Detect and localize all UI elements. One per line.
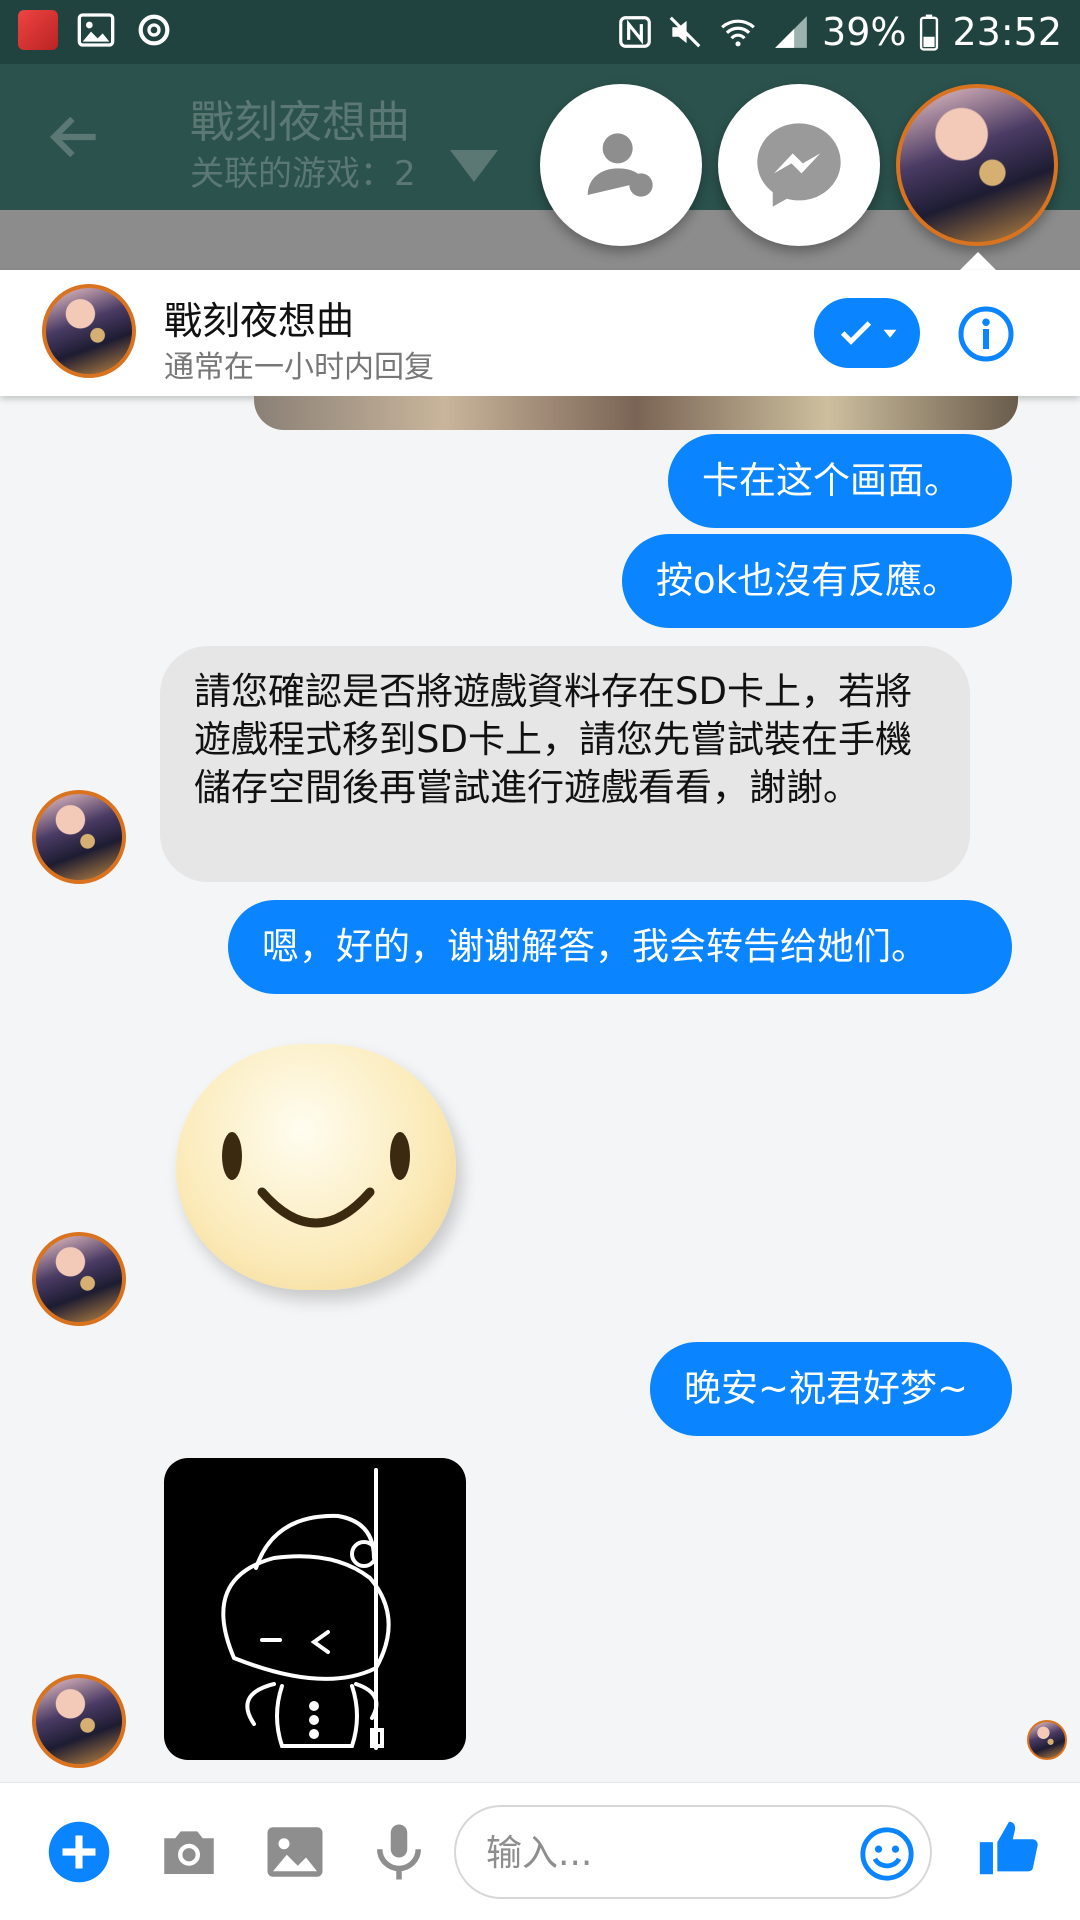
status-bar: 39% 23:52: [0, 0, 1080, 64]
message-bubble-sent[interactable]: 卡在这个画面。: [668, 434, 1012, 528]
signal-icon: [775, 16, 807, 48]
gallery-icon[interactable]: [262, 1819, 328, 1885]
mute-icon: [669, 16, 701, 48]
chat-head-active-avatar[interactable]: [896, 84, 1058, 246]
netease-music-icon: [138, 14, 170, 46]
peer-avatar[interactable]: [32, 1674, 126, 1768]
contact-avatar[interactable]: [42, 284, 136, 378]
wifi-icon: [721, 19, 755, 47]
game-app-notification-icon: [18, 10, 58, 50]
mark-done-button[interactable]: [814, 298, 920, 368]
messenger-icon: [757, 123, 841, 207]
check-icon: [840, 321, 872, 345]
bun-character-icon: [221, 1468, 391, 1750]
read-receipt-avatar: [1027, 1720, 1067, 1760]
message-bubble-sent[interactable]: 晚安~祝君好梦~: [650, 1342, 1012, 1436]
chat-head-pointer: [960, 252, 996, 270]
chat-head-messenger[interactable]: [718, 84, 880, 246]
peer-avatar[interactable]: [32, 1232, 126, 1326]
message-bubble-sent[interactable]: 按ok也沒有反應。: [622, 534, 1012, 628]
peer-avatar[interactable]: [32, 790, 126, 884]
clock: 23:52: [952, 10, 1062, 54]
add-icon[interactable]: [46, 1819, 112, 1885]
person-icon: [587, 133, 653, 197]
message-input[interactable]: [486, 1827, 836, 1879]
emoji-icon[interactable]: [858, 1825, 916, 1883]
message-bubble-sent[interactable]: 嗯，好的，谢谢解答，我会转告给她们。: [228, 900, 1012, 994]
microphone-icon[interactable]: [366, 1819, 432, 1885]
dropdown-caret-icon[interactable]: [450, 150, 498, 182]
chat-head-contacts[interactable]: [540, 84, 702, 246]
camera-icon[interactable]: [156, 1819, 222, 1885]
response-time-status: 通常在一小时内回复: [164, 350, 434, 385]
shared-screenshot-image[interactable]: [254, 396, 1018, 430]
info-icon[interactable]: [956, 304, 1016, 364]
smiley-sticker[interactable]: [176, 1044, 456, 1290]
image-notification-icon: [77, 13, 115, 47]
thumbs-up-icon[interactable]: [974, 1813, 1044, 1883]
message-input-wrapper: [454, 1805, 932, 1899]
message-composer: [0, 1782, 1080, 1920]
smiley-face-icon: [222, 1132, 410, 1228]
app-bar-subtitle[interactable]: 关联的游戏：2: [190, 146, 416, 195]
chevron-down-icon: [883, 329, 897, 338]
conversation-header: 戰刻夜想曲 通常在一小时内回复: [0, 270, 1080, 396]
bun-character-sticker[interactable]: [164, 1458, 466, 1760]
app-bar-title: 戰刻夜想曲: [190, 97, 410, 148]
back-arrow-icon[interactable]: [44, 106, 106, 168]
battery-icon: [920, 14, 939, 51]
contact-name[interactable]: 戰刻夜想曲: [164, 290, 354, 345]
nfc-icon: [619, 16, 651, 48]
battery-percent: 39%: [822, 10, 907, 54]
message-bubble-received[interactable]: 請您確認是否將遊戲資料存在SD卡上，若將遊戲程式移到SD卡上，請您先嘗試裝在手機…: [160, 646, 970, 882]
